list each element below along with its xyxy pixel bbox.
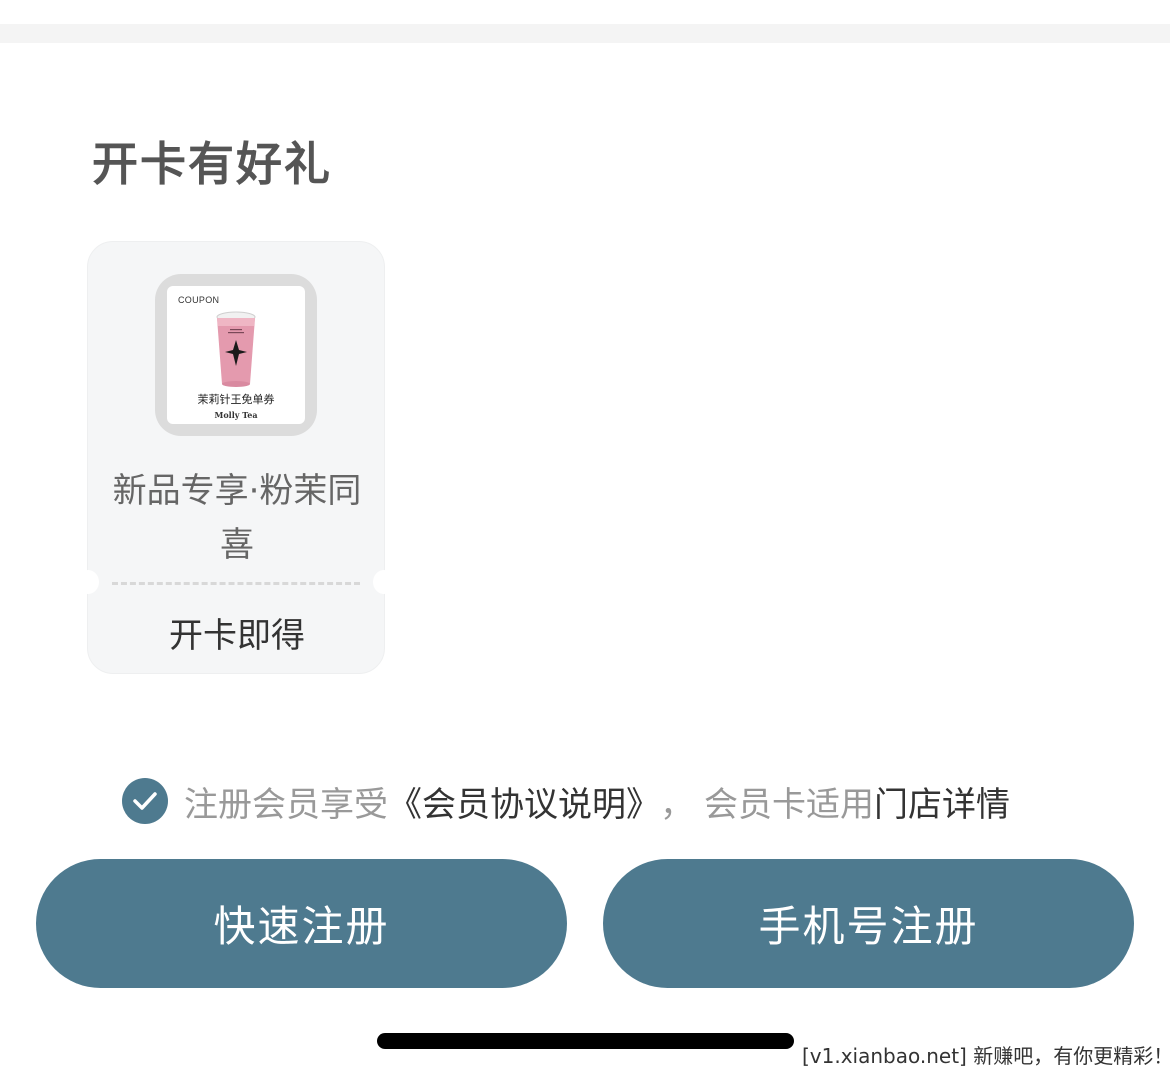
agreement-middle: 会员卡适用 [704, 784, 874, 825]
agreement-separator: ， [660, 784, 694, 825]
member-agreement-link[interactable]: 《会员协议说明》 [388, 777, 660, 826]
coupon-image-voucher-name: 茉莉针王免单券 [197, 393, 275, 406]
section-title: 开卡有好礼 [92, 137, 332, 191]
coupon-card[interactable]: COUPON 茉莉针王免单券 Molly Tea 新品专享·粉茉同喜 开卡即得 [77, 241, 395, 674]
coupon-notch-right [373, 570, 395, 594]
agreement-prefix: 注册会员享受 [184, 784, 388, 825]
quick-register-button[interactable]: 快速注册 [36, 859, 567, 988]
coupon-image-brand: Molly Tea [214, 410, 258, 420]
coupon-footer: 开卡即得 [169, 616, 305, 656]
agreement-checkbox[interactable] [122, 778, 168, 824]
coupon-notch-left [77, 570, 99, 594]
top-divider-band [0, 24, 1170, 43]
agreement-row: 注册会员享受 《会员协议说明》 ， 会员卡适用 门店详情 [122, 773, 1010, 829]
home-indicator[interactable] [377, 1033, 794, 1049]
tea-cup-icon [216, 311, 256, 387]
coupon-perforation [112, 582, 360, 585]
watermark: [v1.xianbao.net] 新赚吧，有你更精彩！ [798, 1038, 1170, 1071]
store-details-link[interactable]: 门店详情 [874, 777, 1010, 826]
coupon-name: 新品专享·粉茉同喜 [112, 471, 362, 565]
check-icon [133, 792, 157, 810]
coupon-image: COUPON 茉莉针王免单券 Molly Tea [155, 274, 317, 436]
page: 开卡有好礼 COUPON 茉莉针王免单券 Molly Tea 新品专享·粉茉同喜 [0, 0, 1170, 1072]
coupon-image-inner: COUPON 茉莉针王免单券 Molly Tea [167, 286, 305, 424]
coupon-image-tag: COUPON [178, 295, 220, 305]
phone-register-button[interactable]: 手机号注册 [603, 859, 1134, 988]
